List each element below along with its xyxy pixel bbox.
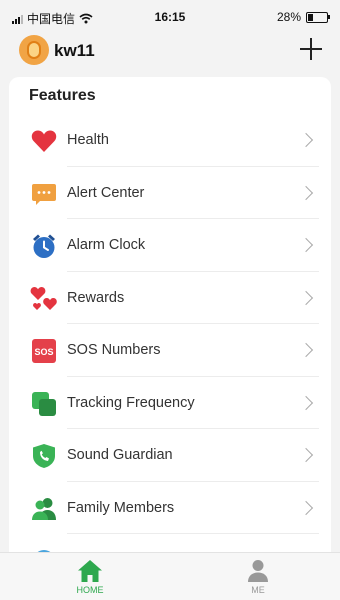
bottom-nav: HOME ME <box>0 552 340 600</box>
message-icon <box>30 180 58 208</box>
add-button[interactable] <box>298 36 324 62</box>
feature-label: Health <box>67 132 109 148</box>
chevron-right-icon <box>298 447 314 463</box>
chevron-right-icon <box>298 132 314 148</box>
person-icon <box>245 559 271 583</box>
chevron-right-icon <box>298 290 314 305</box>
features-card: Features Health Alert Center Alarm Clock <box>9 77 331 553</box>
tab-home-label: HOME <box>76 585 104 595</box>
feature-item-health[interactable]: Health <box>9 114 331 167</box>
feature-item-sound-guardian[interactable]: Sound Guardian <box>9 429 331 482</box>
heart-icon <box>30 127 58 155</box>
feature-item-partial[interactable] <box>9 534 331 553</box>
feature-item-family-members[interactable]: Family Members <box>9 482 331 534</box>
sos-icon: SOS <box>30 337 58 365</box>
tracking-icon <box>30 390 58 418</box>
tab-me[interactable]: ME <box>228 559 288 595</box>
feature-label: Sound Guardian <box>67 447 173 463</box>
feature-label: Rewards <box>67 289 125 306</box>
feature-item-alert-center[interactable]: Alert Center <box>9 167 331 219</box>
tab-home[interactable]: HOME <box>60 559 120 595</box>
chevron-right-icon <box>298 237 314 253</box>
status-bar: 中国电信 16:15 28% <box>0 0 340 32</box>
device-avatar[interactable] <box>19 35 49 65</box>
feature-item-sos-numbers[interactable]: SOS SOS Numbers <box>9 324 331 377</box>
battery-percent: 28% <box>276 10 301 24</box>
features-title: Features <box>29 87 96 104</box>
home-icon <box>77 559 103 583</box>
feature-label: Family Members <box>67 499 175 516</box>
battery-icon <box>306 11 330 23</box>
header: kw11 <box>0 32 340 72</box>
feature-item-alarm-clock[interactable]: Alarm Clock <box>9 219 331 272</box>
feature-item-tracking-frequency[interactable]: Tracking Frequency <box>9 377 331 429</box>
chevron-right-icon <box>298 342 314 358</box>
feature-label: Alarm Clock <box>67 237 146 253</box>
features-list: Health Alert Center Alarm Clock Rewards … <box>9 114 331 553</box>
family-icon <box>30 495 58 523</box>
phone-shield-icon <box>30 442 58 470</box>
tab-me-label: ME <box>251 585 265 595</box>
feature-label: Tracking Frequency <box>67 394 195 411</box>
chevron-right-icon <box>298 185 314 200</box>
hearts-icon <box>30 285 58 313</box>
chevron-right-icon <box>298 500 314 515</box>
feature-item-rewards[interactable]: Rewards <box>9 272 331 324</box>
chevron-right-icon <box>298 395 314 410</box>
alarm-clock-icon <box>30 232 58 260</box>
feature-label: Alert Center <box>67 184 145 201</box>
device-name[interactable]: kw11 <box>54 41 95 61</box>
feature-label: SOS Numbers <box>67 342 161 358</box>
svg-text:SOS: SOS <box>34 347 53 357</box>
status-right: 28% <box>276 10 330 24</box>
